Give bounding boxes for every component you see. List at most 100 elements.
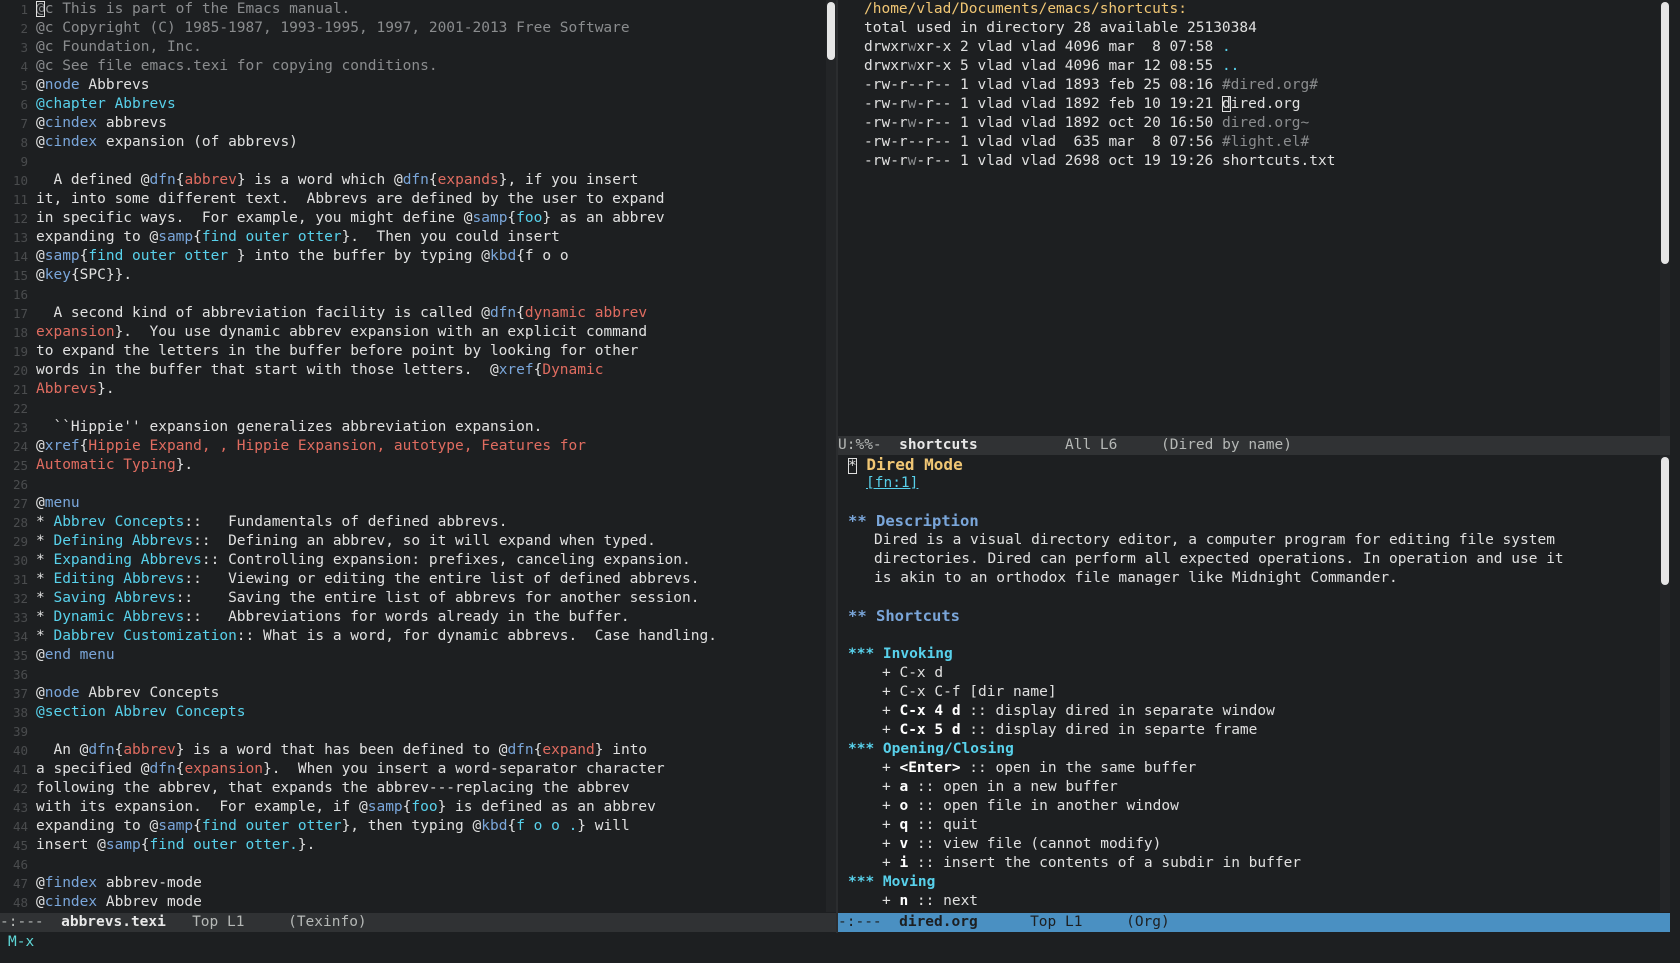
- texinfo-line[interactable]: to expand the letters in the buffer befo…: [36, 342, 816, 361]
- org-list-item[interactable]: + C-x d: [848, 664, 1660, 683]
- texinfo-segment: node: [44, 685, 80, 701]
- dired-entry[interactable]: -rw-r--r-- 1 vlad vlad 1893 feb 25 08:16…: [864, 76, 1660, 95]
- org-list-item[interactable]: + C-x C-f [dir name]: [848, 683, 1660, 702]
- dired-entry[interactable]: -rw-rw-r-- 1 vlad vlad 1892 feb 10 19:21…: [864, 95, 1660, 114]
- dired-modeline[interactable]: U:%%- shortcuts All L6 (Dired by name): [838, 436, 1670, 455]
- texinfo-line[interactable]: [36, 475, 816, 494]
- texinfo-line[interactable]: * Editing Abbrevs:: Viewing or editing t…: [36, 570, 816, 589]
- dired-file-name[interactable]: #light.el#: [1222, 134, 1309, 150]
- dired-file-name[interactable]: shortcuts.txt: [1222, 153, 1336, 169]
- texinfo-line[interactable]: following the abbrev, that expands the a…: [36, 779, 816, 798]
- texinfo-line[interactable]: @cindex Abbrev mode: [36, 893, 816, 912]
- texinfo-scrollbar[interactable]: [826, 0, 836, 912]
- dired-entry[interactable]: -rw-rw-r-- 1 vlad vlad 1892 oct 20 16:50…: [864, 114, 1660, 133]
- texinfo-line[interactable]: [36, 399, 816, 418]
- org-heading-shortcuts[interactable]: ** Shortcuts: [848, 607, 1660, 626]
- dired-entry[interactable]: -rw-r--r-- 1 vlad vlad 635 mar 8 07:56 #…: [864, 133, 1660, 152]
- texinfo-buffer-window[interactable]: 1 2 3 4 5 6 7 8 9 10 11 12 13 14 15 16 17 18 19 20 21 22 23 24 2…: [0, 0, 826, 912]
- line-number: 26: [12, 477, 28, 492]
- dired-scrollbar[interactable]: [1660, 0, 1670, 436]
- texinfo-line[interactable]: * Defining Abbrevs:: Defining an abbrev,…: [36, 532, 816, 551]
- texinfo-line[interactable]: @menu: [36, 494, 816, 513]
- org-list-item[interactable]: + i :: insert the contents of a subdir i…: [848, 854, 1660, 873]
- dired-file-name[interactable]: ired.org: [1231, 96, 1301, 112]
- texinfo-line[interactable]: a specified @dfn{expansion}. When you in…: [36, 760, 816, 779]
- org-list-item[interactable]: + v :: view file (cannot modify): [848, 835, 1660, 854]
- texinfo-line[interactable]: An @dfn{abbrev} is a word that has been …: [36, 741, 816, 760]
- texinfo-line[interactable]: * Dabbrev Customization:: What is a word…: [36, 627, 816, 646]
- texinfo-line[interactable]: insert @samp{find outer otter.}.: [36, 836, 816, 855]
- org-list-item[interactable]: + a :: open in a new buffer: [848, 778, 1660, 797]
- texinfo-line[interactable]: [36, 855, 816, 874]
- texinfo-line[interactable]: * Saving Abbrevs:: Saving the entire lis…: [36, 589, 816, 608]
- texinfo-line[interactable]: @findex abbrev-mode: [36, 874, 816, 893]
- texinfo-line[interactable]: ``Hippie'' expansion generalizes abbrevi…: [36, 418, 816, 437]
- texinfo-line[interactable]: [36, 665, 816, 684]
- org-list-item[interactable]: + o :: open file in another window: [848, 797, 1660, 816]
- texinfo-line[interactable]: @node Abbrev Concepts: [36, 684, 816, 703]
- texinfo-line[interactable]: @key{SPC}}.: [36, 266, 816, 285]
- dired-file-name[interactable]: .: [1222, 39, 1231, 55]
- texinfo-line[interactable]: @c Foundation, Inc.: [36, 38, 816, 57]
- org-list-item[interactable]: + q :: quit: [848, 816, 1660, 835]
- texinfo-line[interactable]: @samp{find outer otter } into the buffer…: [36, 247, 816, 266]
- dired-entry[interactable]: drwxrwxr-x 5 vlad vlad 4096 mar 12 08:55…: [864, 57, 1660, 76]
- org-list-item[interactable]: + <Enter> :: open in the same buffer: [848, 759, 1660, 778]
- texinfo-line[interactable]: Automatic Typing}.: [36, 456, 816, 475]
- org-footnote-link[interactable]: [fn:1]: [866, 475, 918, 491]
- texinfo-line[interactable]: * Abbrev Concepts:: Fundamentals of defi…: [36, 513, 816, 532]
- texinfo-line[interactable]: expanding to @samp{find outer otter}, th…: [36, 817, 816, 836]
- dired-file-name[interactable]: dired.org~: [1222, 115, 1309, 131]
- texinfo-line[interactable]: @section Abbrev Concepts: [36, 703, 816, 722]
- texinfo-line[interactable]: @node Abbrevs: [36, 76, 816, 95]
- org-list-item[interactable]: + n :: next: [848, 892, 1660, 911]
- texinfo-line[interactable]: @c This is part of the Emacs manual.: [36, 0, 816, 19]
- texinfo-line[interactable]: [36, 152, 816, 171]
- texinfo-scrollbar-thumb[interactable]: [827, 2, 835, 60]
- texinfo-line[interactable]: words in the buffer that start with thos…: [36, 361, 816, 380]
- texinfo-line[interactable]: expansion}. You use dynamic abbrev expan…: [36, 323, 816, 342]
- texinfo-segment: samp: [44, 248, 80, 264]
- texinfo-line[interactable]: [36, 722, 816, 741]
- org-modeline[interactable]: -:--- dired.org Top L1 (Org): [838, 913, 1670, 932]
- texinfo-line[interactable]: in specific ways. For example, you might…: [36, 209, 816, 228]
- dired-file-name[interactable]: ..: [1222, 58, 1239, 74]
- texinfo-modeline[interactable]: -:--- abbrevs.texi Top L1 (Texinfo): [0, 913, 836, 932]
- texinfo-line[interactable]: with its expansion. For example, if @sam…: [36, 798, 816, 817]
- minibuffer-prompt[interactable]: M-x: [8, 933, 34, 952]
- texinfo-line[interactable]: @c See file emacs.texi for copying condi…: [36, 57, 816, 76]
- texinfo-line[interactable]: A defined @dfn{abbrev} is a word which @…: [36, 171, 816, 190]
- texinfo-line[interactable]: expanding to @samp{find outer otter}. Th…: [36, 228, 816, 247]
- dired-file-name[interactable]: #dired.org#: [1222, 77, 1318, 93]
- texinfo-line[interactable]: * Expanding Abbrevs:: Controlling expans…: [36, 551, 816, 570]
- texinfo-line[interactable]: @chapter Abbrevs: [36, 95, 816, 114]
- texinfo-line[interactable]: @end menu: [36, 646, 816, 665]
- org-list-item[interactable]: + C-x 4 d :: display dired in separate w…: [848, 702, 1660, 721]
- texinfo-segment: *: [36, 552, 54, 568]
- dired-file-list[interactable]: drwxrwxr-x 2 vlad vlad 4096 mar 8 07:58 …: [864, 38, 1660, 171]
- org-heading-moving[interactable]: *** Moving: [848, 873, 1660, 892]
- dired-entry[interactable]: drwxrwxr-x 2 vlad vlad 4096 mar 8 07:58 …: [864, 38, 1660, 57]
- org-heading-opening-closing[interactable]: *** Opening/Closing: [848, 740, 1660, 759]
- texinfo-line[interactable]: * Dynamic Abbrevs:: Abbreviations for wo…: [36, 608, 816, 627]
- dired-buffer-window[interactable]: /home/vlad/Documents/emacs/shortcuts: to…: [838, 0, 1660, 436]
- org-heading-description[interactable]: ** Description: [848, 512, 1660, 531]
- org-scrollbar[interactable]: [1660, 455, 1670, 912]
- texinfo-line[interactable]: A second kind of abbreviation facility i…: [36, 304, 816, 323]
- org-buffer-window[interactable]: * Dired Mode [fn:1] ** Description Dired…: [838, 455, 1660, 912]
- texinfo-line[interactable]: it, into some different text. Abbrevs ar…: [36, 190, 816, 209]
- texinfo-line[interactable]: @cindex abbrevs: [36, 114, 816, 133]
- org-list-item[interactable]: + C-x 5 d :: display dired in separte fr…: [848, 721, 1660, 740]
- org-heading-invoking[interactable]: *** Invoking: [848, 645, 1660, 664]
- texinfo-line[interactable]: [36, 285, 816, 304]
- texinfo-line[interactable]: @cindex expansion (of abbrevs): [36, 133, 816, 152]
- line-number: 40: [12, 743, 28, 758]
- texinfo-line[interactable]: Abbrevs}.: [36, 380, 816, 399]
- dired-entry[interactable]: -rw-rw-r-- 1 vlad vlad 2698 oct 19 19:26…: [864, 152, 1660, 171]
- texinfo-line[interactable]: @xref{Hippie Expand, , Hippie Expansion,…: [36, 437, 816, 456]
- dired-scrollbar-thumb[interactable]: [1661, 2, 1669, 264]
- org-scrollbar-thumb[interactable]: [1661, 457, 1669, 585]
- texinfo-line[interactable]: @c Copyright (C) 1985-1987, 1993-1995, 1…: [36, 19, 816, 38]
- texinfo-buffer-text[interactable]: @c This is part of the Emacs manual. @c C…: [36, 0, 816, 912]
- line-number: 6: [20, 97, 28, 112]
